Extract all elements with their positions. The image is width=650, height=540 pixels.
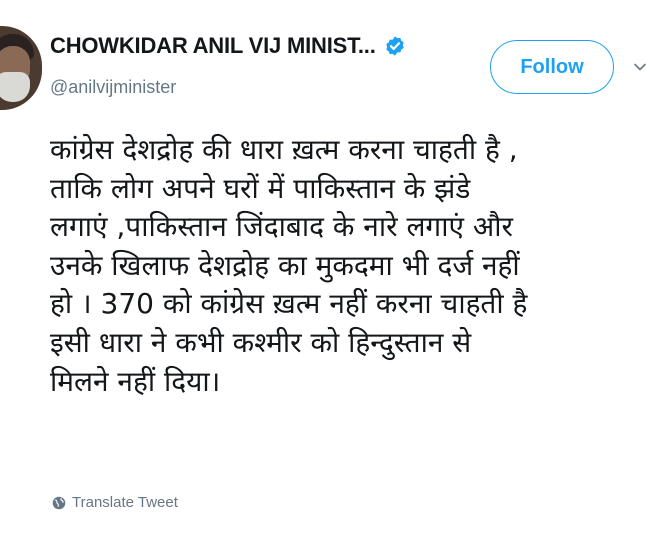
tweet-text-line: इसी धारा ने कभी कश्मीर को हिन्दुस्तान से (50, 325, 472, 359)
tweet-text: कांग्रेस देशद्रोह की धारा ख़त्म करना चाह… (50, 131, 650, 401)
translate-tweet-link[interactable]: Translate Tweet (52, 494, 178, 511)
author-name-row[interactable]: CHOWKIDAR ANIL VIJ MINIST... (50, 33, 406, 59)
tweet-text-line: कांग्रेस देशद्रोह की धारा ख़त्म करना चाह… (50, 133, 518, 166)
verified-badge-icon (385, 36, 404, 56)
tweet-text-line: उनके खिलाफ देशद्रोह का मुकदमा भी दर्ज नह… (50, 248, 520, 282)
follow-button[interactable]: Follow (490, 40, 614, 94)
translate-tweet-label[interactable]: Translate Tweet (72, 494, 178, 511)
author-handle[interactable]: @anilvijminister (50, 77, 176, 98)
avatar-beard (0, 72, 30, 102)
tweet-text-line: मिलने नहीं दिया। (50, 364, 221, 398)
avatar[interactable] (0, 26, 42, 110)
tweet-text-line: ताकि लोग अपने घरों में पाकिस्तान के झंडे (50, 171, 471, 205)
globe-icon (52, 496, 66, 509)
chevron-down-icon[interactable] (633, 60, 647, 74)
author-display-name[interactable]: CHOWKIDAR ANIL VIJ MINIST... (50, 33, 376, 59)
tweet-text-line: हो । 370 को कांग्रेस ख़त्म नहीं करना चाह… (50, 287, 528, 321)
tweet-text-line: लगाएं ,पाकिस्तान जिंदाबाद के नारे लगाएं … (50, 210, 513, 244)
